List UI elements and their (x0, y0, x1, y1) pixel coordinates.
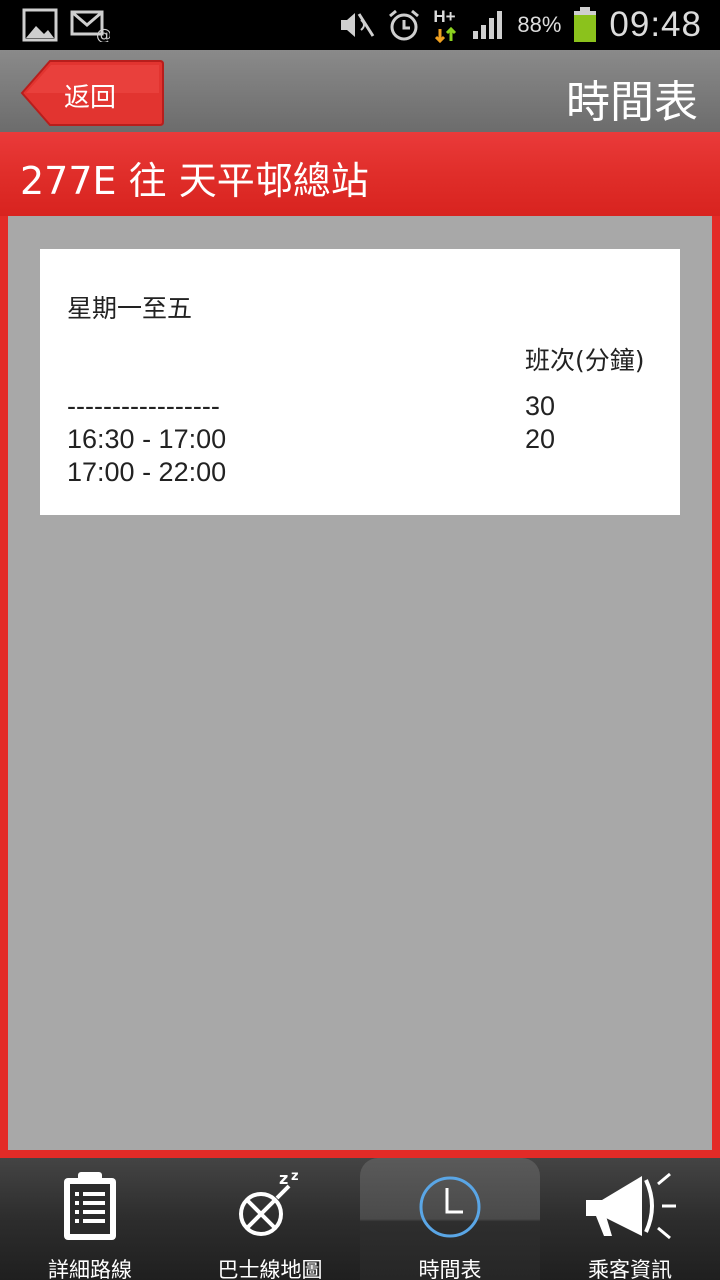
period-cell: 17:00 - 22:00 (67, 457, 227, 487)
nav-label: 巴士線地圖 (217, 1258, 323, 1280)
table-row: 16:30 - 17:00 20 (67, 424, 667, 457)
battery-icon (574, 7, 597, 42)
status-bar: @ H+ 88% (0, 0, 720, 50)
signal-icon (473, 11, 503, 39)
back-button[interactable]: 返回 (20, 60, 164, 126)
map-marker-icon: z z (239, 1170, 299, 1236)
timetable-card: 星期一至五 班次(分鐘) ----------------- 30 16:30 … (40, 249, 680, 515)
frequency-cell: 30 (525, 391, 556, 421)
notification-icons: @ (22, 8, 110, 42)
period-cell: ----------------- (67, 391, 220, 421)
alarm-icon (389, 9, 420, 41)
frequency-header: 班次(分鐘) (525, 346, 645, 375)
nav-item-passenger-info[interactable]: 乘客資訊 (540, 1158, 720, 1280)
day-label: 星期一至五 (67, 294, 193, 323)
email-icon: @ (70, 10, 110, 42)
clipboard-icon (64, 1172, 116, 1240)
back-button-label: 返回 (64, 83, 117, 113)
page-title: 時間表 (566, 77, 698, 128)
svg-text:z: z (279, 1170, 288, 1188)
table-row: 17:00 - 22:00 (67, 457, 667, 490)
svg-text:@: @ (96, 25, 110, 42)
period-cell: 16:30 - 17:00 (67, 424, 227, 454)
nav-label: 時間表 (418, 1258, 482, 1280)
nav-item-timetable[interactable]: 時間表 (360, 1158, 540, 1280)
network-type: H+ (433, 7, 456, 26)
title-bar: 返回 時間表 (0, 50, 720, 132)
content-area: 星期一至五 班次(分鐘) ----------------- 30 16:30 … (0, 216, 720, 1158)
bottom-navigation: 詳細路線 z z 巴士線地圖 時間表 乘客資訊 (0, 1158, 720, 1280)
system-icons: H+ 88% 09:48 (337, 0, 702, 50)
network-icon: H+ (433, 5, 459, 45)
table-row: ----------------- 30 (67, 391, 667, 424)
clock-time: 09:48 (609, 5, 702, 44)
gallery-icon (22, 8, 58, 42)
frequency-cell: 20 (525, 424, 556, 454)
nav-item-bus-map[interactable]: z z 巴士線地圖 (180, 1158, 360, 1280)
nav-item-route-details[interactable]: 詳細路線 (0, 1158, 180, 1280)
nav-label: 乘客資訊 (588, 1258, 672, 1280)
route-header: 277E 往 天平邨總站 (0, 132, 720, 216)
clock-icon (419, 1176, 481, 1238)
svg-text:z: z (291, 1170, 299, 1184)
route-title: 277E 往 天平邨總站 (20, 159, 369, 203)
battery-percent: 88% (517, 12, 562, 37)
nav-label: 詳細路線 (48, 1258, 132, 1280)
mute-icon (341, 13, 375, 37)
megaphone-icon (586, 1172, 676, 1240)
